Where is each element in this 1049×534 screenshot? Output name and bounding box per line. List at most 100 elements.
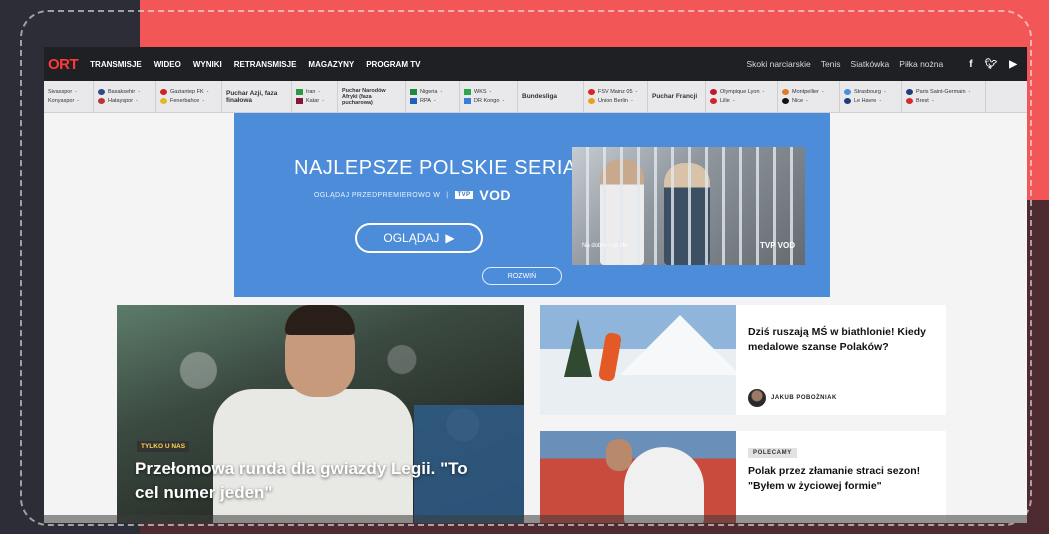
video-overlay-bar [44,515,1027,523]
flag-icon [410,98,417,104]
team-crest-icon [782,98,789,104]
team-crest-icon [710,89,717,95]
home-team: Gaziantep FK [170,89,204,95]
away-team: Lille [720,98,730,104]
match-item[interactable]: WKS - DR Kongo - [460,81,518,112]
article-title[interactable]: Polak przez złamanie straci sezon! "Byłe… [748,464,936,494]
facebook-icon[interactable]: f [969,59,972,70]
article-card[interactable]: Dziś ruszają MŚ w biathlonie! Kiedy meda… [540,305,946,415]
nav-program-tv[interactable]: PROGRAM TV [366,60,420,69]
away-score: - [806,98,808,104]
exclusive-badge: TYLKO U NAS [137,441,190,452]
team-crest-icon [782,89,789,95]
home-team: Paris Saint-Germain [916,89,966,95]
play-icon: ▶ [445,231,455,245]
nav-wyniki[interactable]: WYNIKI [193,60,222,69]
ad-subtitle: OGLĄDAJ PRZEDPREMIEROWO W | TVP VOD [314,187,511,203]
nav-retransmisje[interactable]: RETRANSMISJE [234,60,297,69]
match-item[interactable]: FSV Mainz 05- Union Berlin - [584,81,648,112]
twitter-icon[interactable]: 🐦︎ [985,59,998,70]
team-crest-icon [906,98,913,104]
competition-name: Puchar Francji [652,93,698,100]
team-crest-icon [98,98,105,104]
article-title[interactable]: Dziś ruszają MŚ w biathlonie! Kiedy meda… [748,325,936,355]
match-item[interactable]: Montpellier - Nice - [778,81,840,112]
team-crest-icon [588,89,595,95]
flag-icon [296,98,303,104]
match-item[interactable]: Gaziantep FK - Fenerbahce - [156,81,222,112]
article-card[interactable]: POLECAMY Polak przez złamanie straci sez… [540,431,946,523]
author-name: JAKUB POBOŻNIAK [771,395,837,401]
advertisement-banner[interactable]: NAJLEPSZE POLSKIE SERIALE OGLĄDAJ PRZEDP… [234,113,830,297]
home-score: - [635,89,638,95]
team-crest-icon [906,89,913,95]
home-score: - [75,89,77,95]
home-team: Sivasspor [48,89,73,95]
sport-menu: Skoki narciarskie Tenis Siatkówka Piłka … [746,59,943,69]
nav-siatkowka[interactable]: Siatkówka [851,59,890,69]
nav-pilka-nozna[interactable]: Piłka nożna [899,59,943,69]
top-navigation: ORT TRANSMISJE WIDEO WYNIKI RETRANSMISJE… [44,47,1027,81]
match-item[interactable]: Nigeria - RPA - [406,81,460,112]
flag-icon [464,98,471,104]
nav-magazyny[interactable]: MAGAZYNY [308,60,354,69]
match-item[interactable]: Olympique Lyon - Lille - [706,81,778,112]
site-logo[interactable]: ORT [48,56,79,73]
away-team: Union Berlin [598,98,628,104]
competition-name: Puchar Narodów Afryki (faza pucharowa) [342,87,386,106]
away-score: - [136,98,138,104]
team-crest-icon [844,98,851,104]
away-team: RPA [420,98,431,104]
match-item[interactable]: Strasbourg - Le Havre - [840,81,902,112]
match-item[interactable]: Paris Saint-Germain - Brest - [902,81,986,112]
flag-icon [464,89,471,95]
competition-label[interactable]: Bundesliga [518,81,584,112]
tvp-logo: TVP [454,191,474,199]
team-crest-icon [844,89,851,95]
hero-title[interactable]: Przełomowa runda dla gwiazdy Legii. "To … [135,457,495,505]
home-score: - [968,89,971,95]
competition-label[interactable]: Puchar Narodów Afryki (faza pucharowa) [338,81,406,112]
main-menu: TRANSMISJE WIDEO WYNIKI RETRANSMISJE MAG… [90,60,420,69]
competition-label[interactable]: Puchar Azji, faza finałowa [222,81,292,112]
away-team: Katar [306,98,320,104]
home-team: Montpellier [792,89,819,95]
author-line[interactable]: JAKUB POBOŻNIAK [748,389,837,407]
article-body: Dziś ruszają MŚ w biathlonie! Kiedy meda… [748,315,936,355]
away-score: - [879,98,882,104]
away-team: Fenerbahce [170,98,200,104]
hero-hair [285,305,355,335]
recommended-badge: POLECAMY [748,448,797,458]
competition-label[interactable]: Puchar Francji [648,81,706,112]
away-team: Brest [916,98,929,104]
hero-article[interactable]: TYLKO U NAS Przełomowa runda dla gwiazdy… [117,305,524,523]
youtube-icon[interactable]: ▶ [1009,59,1017,70]
nav-transmisje[interactable]: TRANSMISJE [90,60,142,69]
match-item[interactable]: Basaksehir - Hatayspor - [94,81,156,112]
away-score: - [202,98,205,104]
home-team: Iran [306,89,316,95]
browser-screen: ORT TRANSMISJE WIDEO WYNIKI RETRANSMISJE… [44,47,1027,523]
watch-button[interactable]: OGLĄDAJ ▶ [355,223,483,253]
home-team: WKS [474,89,487,95]
away-score: - [732,98,735,104]
nav-wideo[interactable]: WIDEO [154,60,181,69]
ad-separator: | [446,191,449,199]
away-score: - [433,98,436,104]
runner-figure [624,447,704,523]
nav-tenis[interactable]: Tenis [821,59,841,69]
match-item[interactable]: Sivasspor - Konyaspor - [44,81,94,112]
match-item[interactable]: Iran - Katar - [292,81,338,112]
ad-title: NAJLEPSZE POLSKIE SERIALE [294,157,603,179]
team-crest-icon [588,98,595,104]
away-team: Nice [792,98,804,104]
away-score: - [931,98,934,104]
flag-icon [296,89,303,95]
nav-skoki[interactable]: Skoki narciarskie [746,59,810,69]
tree-shape [564,319,592,377]
home-team: Basaksehir [108,89,136,95]
runner-head [606,439,632,471]
expand-button[interactable]: ROZWIŃ [482,267,562,285]
ad-image-logo: TVP VOD [760,241,795,250]
vod-logo: VOD [479,187,511,203]
